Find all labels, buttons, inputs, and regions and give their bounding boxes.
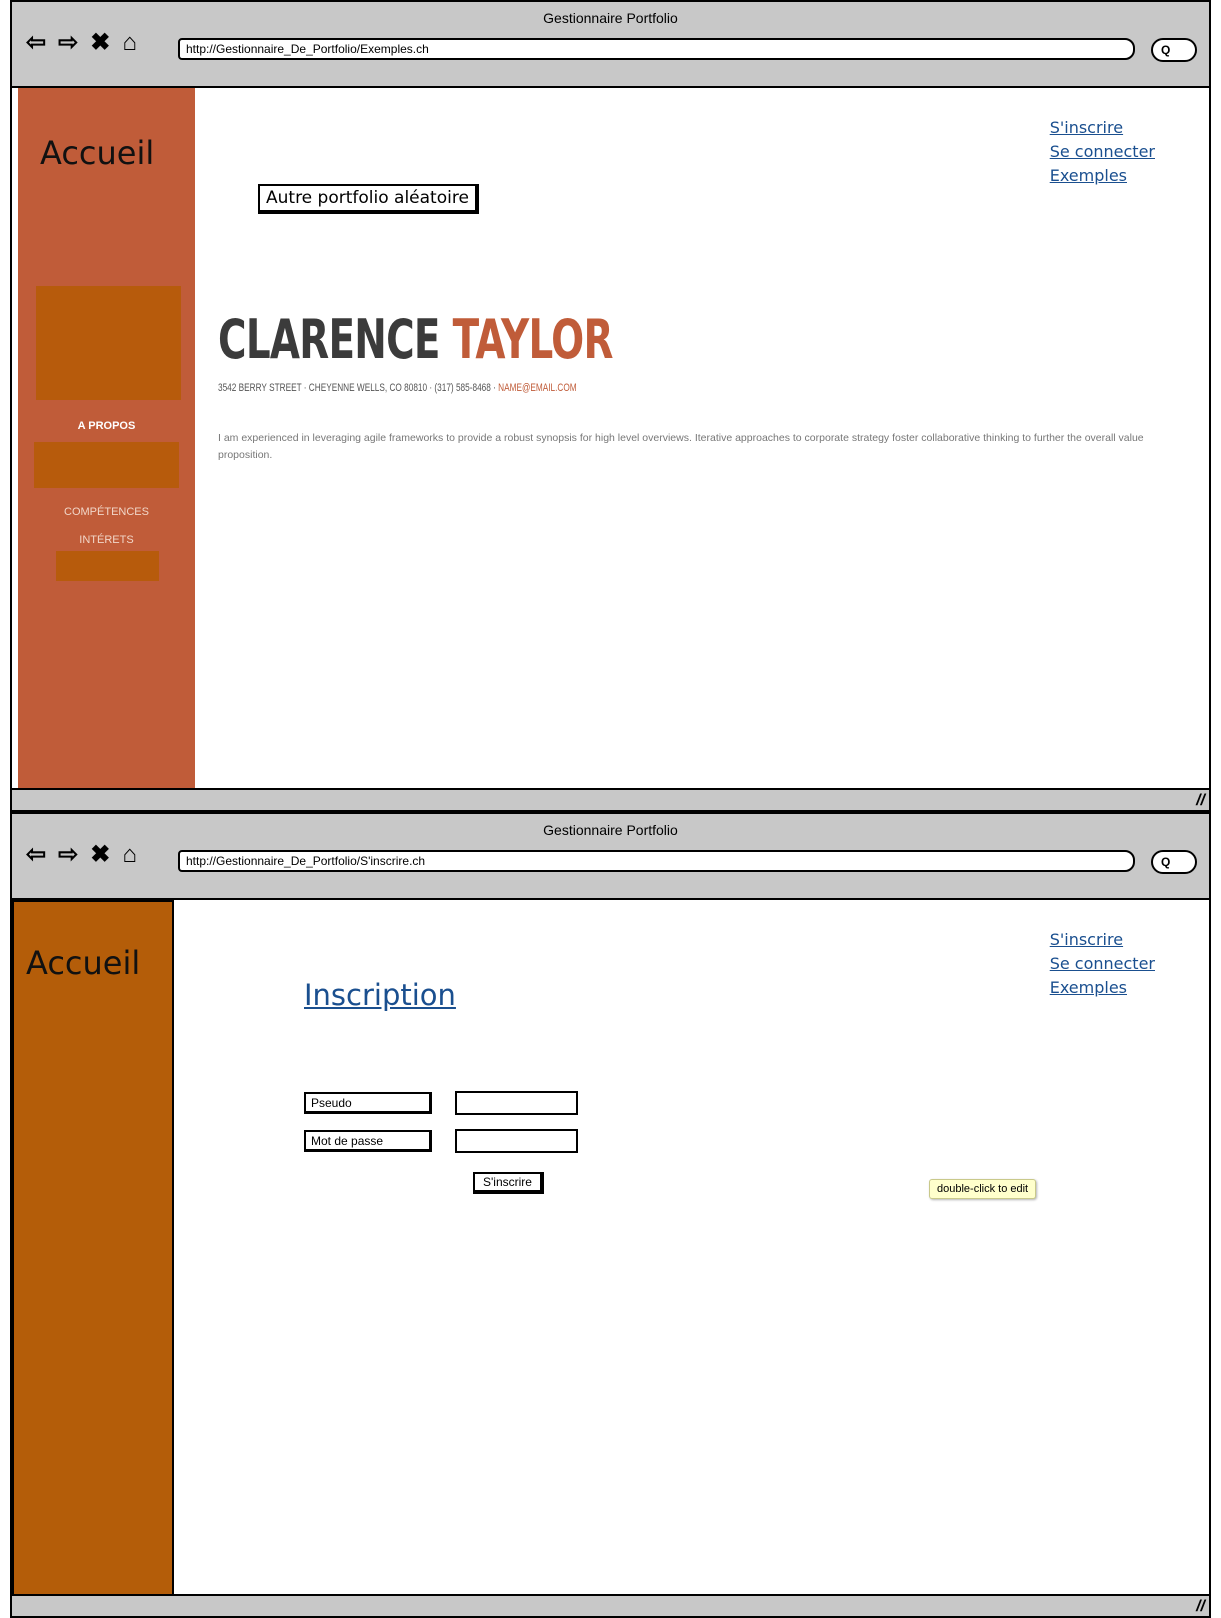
sidebar-title[interactable]: Accueil: [40, 134, 154, 172]
link-exemples[interactable]: Exemples: [1050, 976, 1155, 1000]
search-icon[interactable]: Q: [1151, 38, 1197, 62]
link-exemples[interactable]: Exemples: [1050, 164, 1155, 188]
password-label: Mot de passe: [304, 1130, 432, 1152]
stop-icon[interactable]: ✖: [90, 843, 110, 867]
password-field[interactable]: [455, 1129, 578, 1153]
nav-buttons: ⇦ ⇨ ✖ ⌂: [26, 843, 137, 867]
link-se-connecter[interactable]: Se connecter: [1050, 140, 1155, 164]
forward-arrow-icon[interactable]: ⇨: [58, 31, 78, 55]
sidebar-item-a-propos[interactable]: A PROPOS: [18, 420, 195, 432]
profile-first-name: CLARENCE: [218, 308, 440, 371]
status-bar: //: [12, 788, 1209, 810]
address-bar[interactable]: http://Gestionnaire_De_Portfolio/S'inscr…: [178, 850, 1135, 872]
nav-buttons: ⇦ ⇨ ✖ ⌂: [26, 31, 137, 55]
page-content: Accueil S'inscrire Se connecter Exemples…: [12, 900, 1209, 1596]
window-title: Gestionnaire Portfolio: [543, 10, 678, 26]
back-arrow-icon[interactable]: ⇦: [26, 31, 46, 55]
profile-photo-placeholder: [36, 286, 181, 400]
signup-button[interactable]: S'inscrire: [473, 1172, 544, 1194]
link-se-connecter[interactable]: Se connecter: [1050, 952, 1155, 976]
profile-name: CLARENCE TAYLOR: [218, 308, 613, 371]
header-links: S'inscrire Se connecter Exemples: [1050, 116, 1155, 188]
header-links: S'inscrire Se connecter Exemples: [1050, 928, 1155, 1000]
window-titlebar: Gestionnaire Portfolio ⇦ ⇨ ✖ ⌂ http://Ge…: [12, 814, 1209, 900]
sidebar-item-competences[interactable]: COMPÉTENCES: [18, 506, 195, 518]
home-icon[interactable]: ⌂: [122, 843, 137, 867]
profile-address: 3542 BERRY STREET · CHEYENNE WELLS, CO 8…: [218, 382, 499, 394]
sidebar-block: [56, 551, 159, 581]
page-content: Accueil A PROPOS COMPÉTENCES INTÉRETS S'…: [12, 88, 1209, 792]
address-bar[interactable]: http://Gestionnaire_De_Portfolio/Exemple…: [178, 38, 1135, 60]
profile-contact: 3542 BERRY STREET · CHEYENNE WELLS, CO 8…: [218, 382, 577, 394]
window-title: Gestionnaire Portfolio: [543, 822, 678, 838]
resize-grip-icon[interactable]: //: [1196, 792, 1205, 810]
sidebar: Accueil A PROPOS COMPÉTENCES INTÉRETS: [18, 88, 195, 792]
link-sinscrire[interactable]: S'inscrire: [1050, 116, 1155, 140]
sidebar-item-interets[interactable]: INTÉRETS: [18, 534, 195, 546]
status-bar: //: [12, 1594, 1209, 1616]
resize-grip-icon[interactable]: //: [1196, 1598, 1205, 1616]
edit-tooltip: double-click to edit: [929, 1179, 1037, 1199]
profile-email[interactable]: NAME@EMAIL.COM: [498, 382, 577, 394]
browser-window-examples: Gestionnaire Portfolio ⇦ ⇨ ✖ ⌂ http://Ge…: [10, 0, 1211, 812]
stop-icon[interactable]: ✖: [90, 31, 110, 55]
forward-arrow-icon[interactable]: ⇨: [58, 843, 78, 867]
sidebar-highlight-block: [34, 442, 179, 488]
profile-bio: I am experienced in leveraging agile fra…: [218, 432, 1144, 461]
profile-last-name: TAYLOR: [452, 308, 614, 371]
sidebar: Accueil: [12, 900, 174, 1596]
link-sinscrire[interactable]: S'inscrire: [1050, 928, 1155, 952]
sidebar-title[interactable]: Accueil: [26, 944, 140, 982]
browser-window-signup: Gestionnaire Portfolio ⇦ ⇨ ✖ ⌂ http://Ge…: [10, 812, 1211, 1618]
username-field[interactable]: [455, 1091, 578, 1115]
username-label: Pseudo: [304, 1092, 432, 1114]
home-icon[interactable]: ⌂: [122, 31, 137, 55]
search-icon[interactable]: Q: [1151, 850, 1197, 874]
random-portfolio-button[interactable]: Autre portfolio aléatoire: [258, 184, 479, 214]
back-arrow-icon[interactable]: ⇦: [26, 843, 46, 867]
page-title: Inscription: [304, 978, 456, 1012]
window-titlebar: Gestionnaire Portfolio ⇦ ⇨ ✖ ⌂ http://Ge…: [12, 2, 1209, 88]
